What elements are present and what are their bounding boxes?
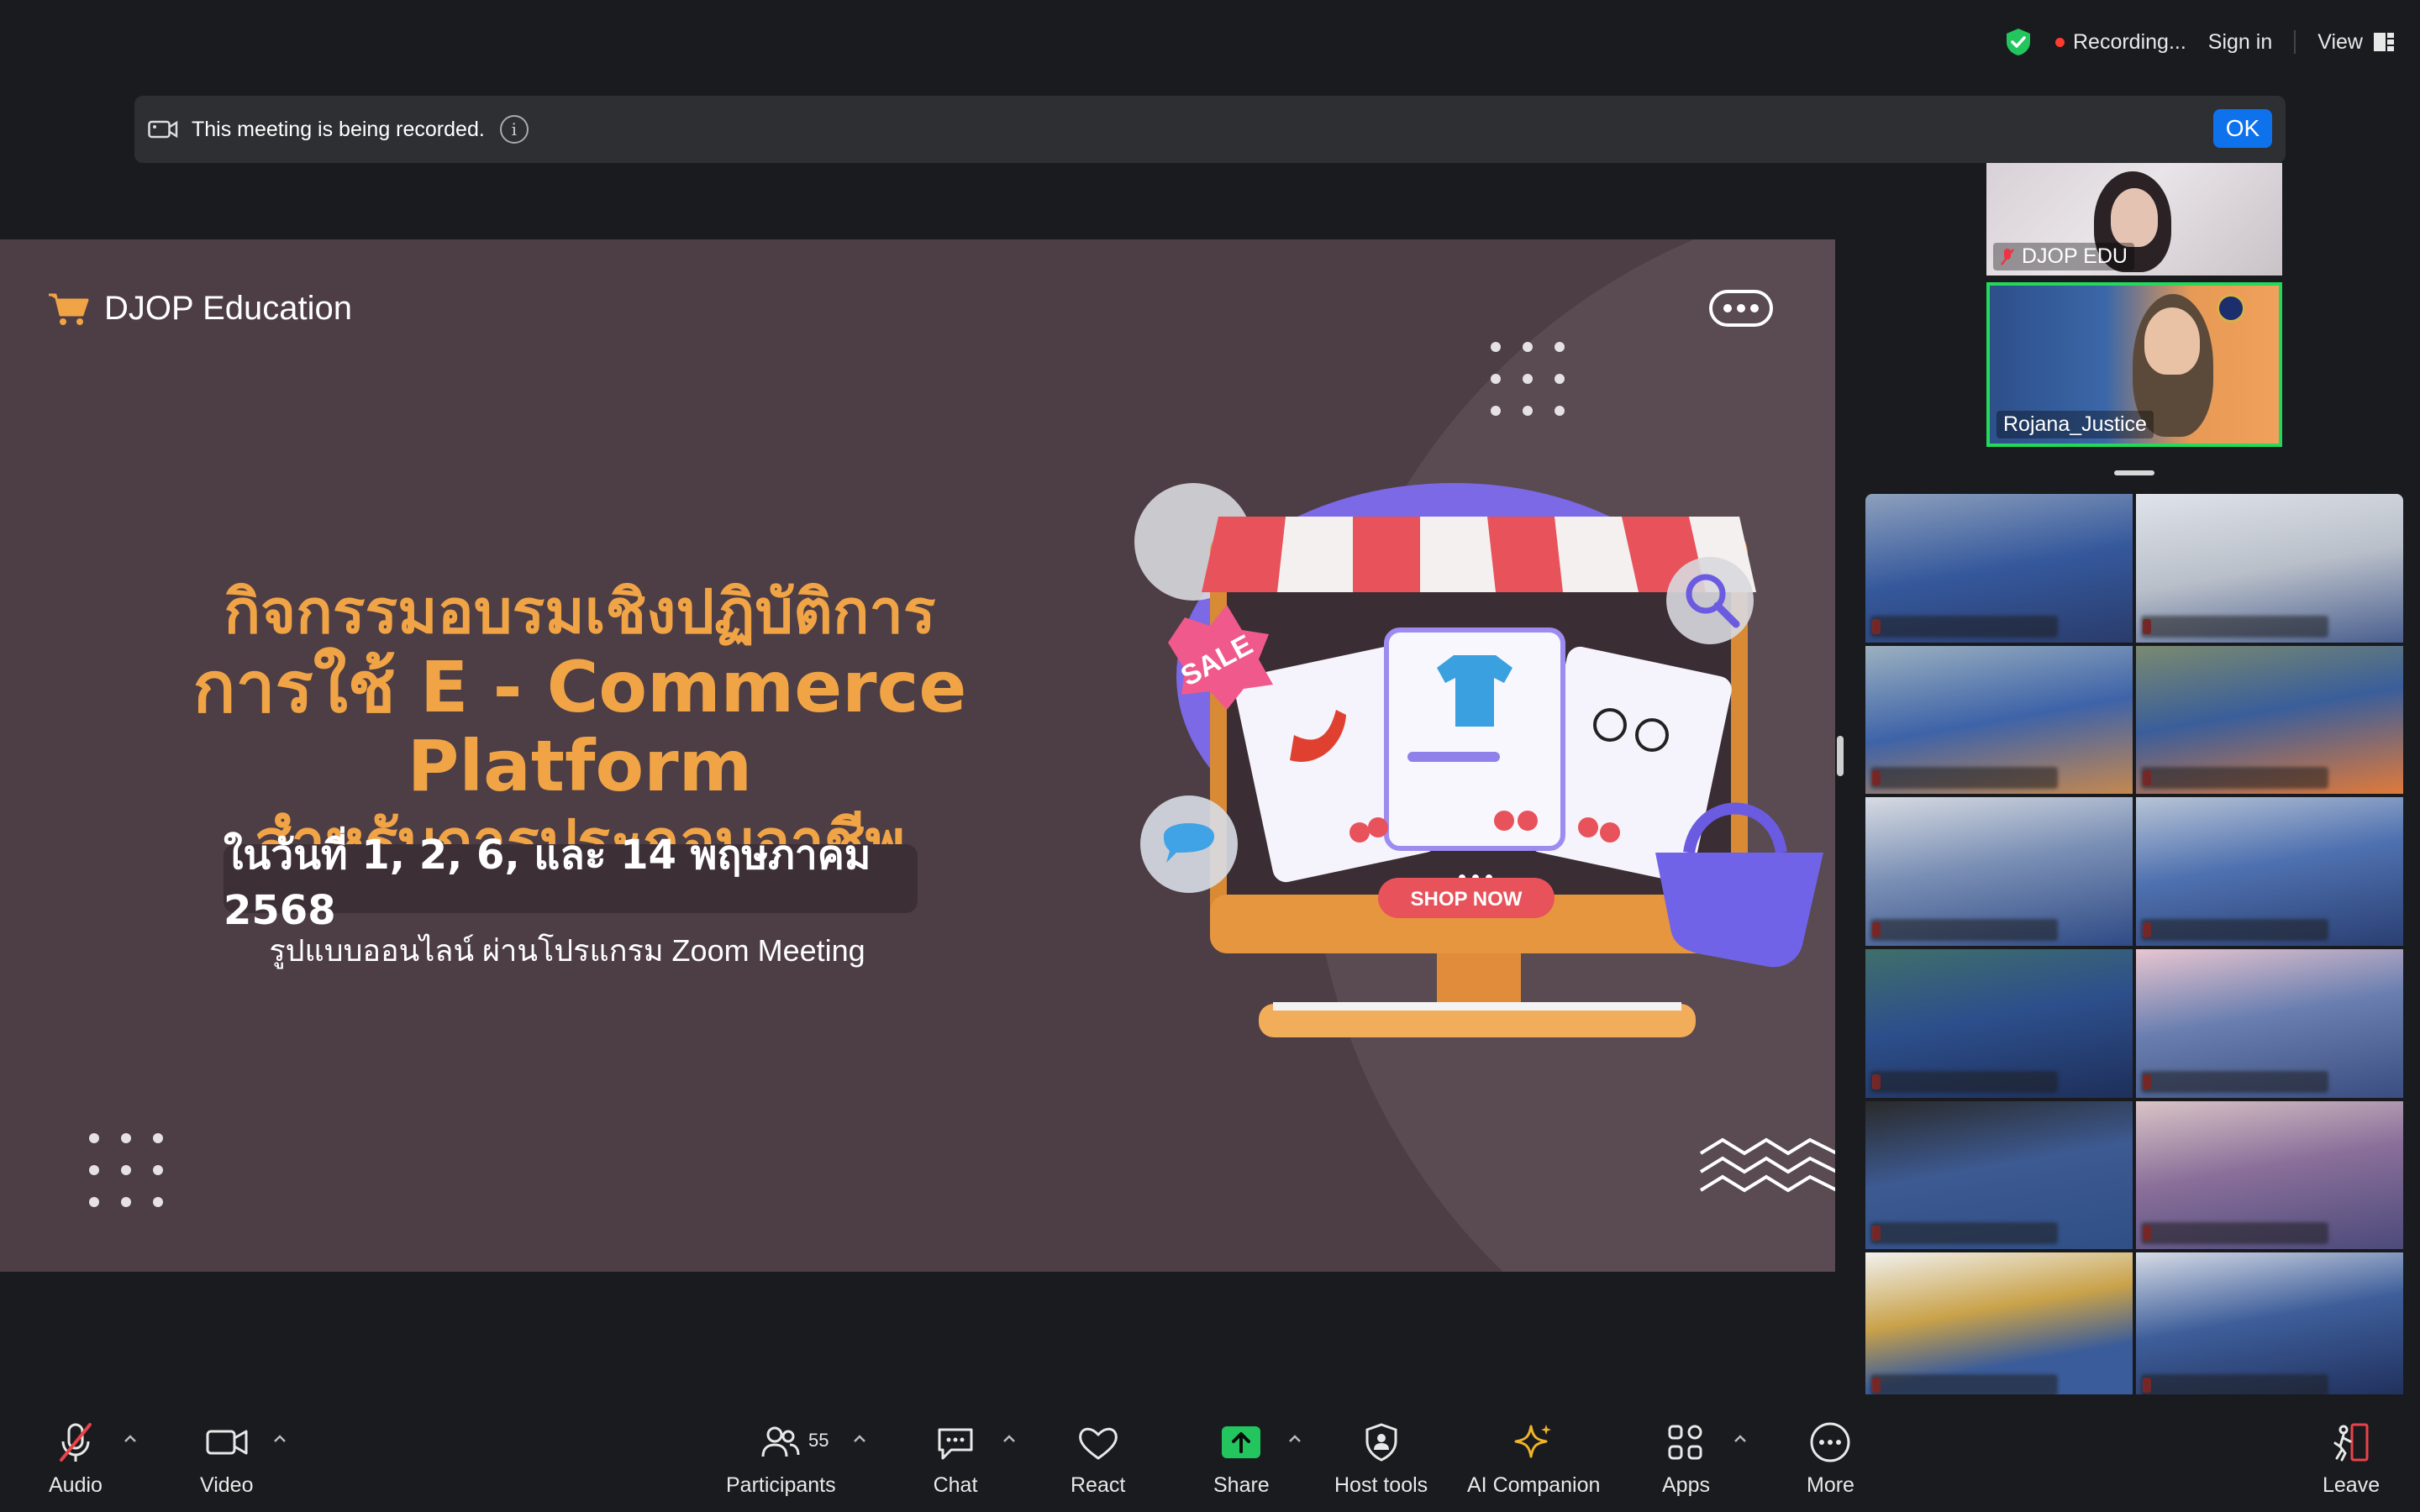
more-button[interactable]: More <box>1807 1420 1854 1498</box>
ecommerce-store-illustration: SHOP NOW SALE <box>1134 483 1823 1037</box>
participant-tile[interactable] <box>2136 1252 2403 1401</box>
video-button[interactable]: Video <box>200 1420 254 1498</box>
participant-tile[interactable] <box>2136 1100 2403 1250</box>
view-layout-icon <box>2374 33 2394 51</box>
view-menu-button[interactable]: View <box>2317 30 2395 55</box>
chat-icon <box>938 1428 973 1460</box>
emblem-icon <box>2217 294 2245 323</box>
ai-companion-label: AI Companion <box>1467 1473 1601 1497</box>
participant-tile[interactable] <box>1865 949 2133 1098</box>
recording-label: Recording... <box>2073 29 2186 54</box>
chevron-up-icon[interactable] <box>1733 1431 1748 1446</box>
leave-button[interactable]: Leave <box>2323 1420 2380 1498</box>
shop-now-label: SHOP NOW <box>1411 888 1523 911</box>
thumbnail-drag-handle[interactable] <box>2114 470 2154 475</box>
camera-icon <box>148 120 178 139</box>
event-date: ในวันที่ 1, 2, 6, และ 14 พฤษภาคม 2568 <box>224 832 918 934</box>
video-camera-icon <box>206 1430 248 1455</box>
participant-tile[interactable] <box>2136 645 2403 795</box>
dot-pattern-decoration <box>1491 342 1565 416</box>
ok-button[interactable]: OK <box>2213 109 2272 148</box>
react-label: React <box>1071 1473 1126 1497</box>
chevron-up-icon[interactable] <box>272 1431 287 1446</box>
leave-door-icon <box>2333 1423 2369 1462</box>
leave-label: Leave <box>2323 1473 2381 1497</box>
more-dots-icon <box>1810 1422 1850 1462</box>
chat-button[interactable]: Chat <box>933 1420 978 1498</box>
recording-notice-banner: This meeting is being recorded. i OK <box>134 96 2286 163</box>
participant-tile[interactable] <box>2136 949 2403 1098</box>
ai-companion-button[interactable]: AI Companion <box>1467 1420 1600 1498</box>
sign-in-link[interactable]: Sign in <box>2208 30 2272 55</box>
recording-dot-icon <box>2055 37 2065 47</box>
participant-tile[interactable] <box>1865 494 2133 643</box>
recording-notice-text: This meeting is being recorded. <box>192 117 485 141</box>
participant-name-tag: DJOP EDU <box>1993 243 2134 270</box>
info-icon[interactable]: i <box>499 115 529 144</box>
heart-icon <box>1078 1427 1118 1460</box>
mic-muted-icon <box>2001 248 2014 265</box>
view-label: View <box>2317 29 2363 54</box>
dot-pattern-decoration <box>89 1133 163 1207</box>
recording-indicator[interactable]: Recording... <box>2055 30 2186 55</box>
meeting-controls-toolbar: Audio Video Participants 55 Chat React S… <box>0 1394 2420 1512</box>
participant-face <box>2144 307 2200 375</box>
share-screen-button[interactable]: Share <box>1213 1420 1270 1498</box>
participants-icon <box>761 1426 800 1457</box>
video-thumbnail-djop-edu[interactable]: DJOP EDU <box>1986 163 2282 276</box>
participant-tile[interactable] <box>1865 645 2133 795</box>
audio-label: Audio <box>49 1473 103 1497</box>
participant-tile[interactable] <box>2136 797 2403 946</box>
participant-name-tag: Rojana_Justice <box>1996 411 2154 438</box>
participant-face <box>2111 188 2158 247</box>
apps-label: Apps <box>1662 1473 1710 1497</box>
ellipsis-badge-icon <box>1709 290 1773 327</box>
react-button[interactable]: React <box>1071 1420 1125 1498</box>
chat-label: Chat <box>933 1473 978 1497</box>
shield-check-icon[interactable] <box>2003 27 2033 57</box>
microphone-muted-icon <box>59 1423 92 1462</box>
title-line-2: การใช้ E - Commerce Platform <box>192 646 967 807</box>
apps-icon <box>1668 1425 1702 1460</box>
host-tools-button[interactable]: Host tools <box>1334 1420 1428 1498</box>
participants-label: Participants <box>726 1473 836 1497</box>
shared-screen-slide: DJOP Education กิจกรรมอบรมเชิงปฏิบัติการ… <box>0 239 1835 1272</box>
video-thumbnail-rojana-justice[interactable]: Rojana_Justice <box>1986 282 2282 447</box>
host-shield-icon <box>1365 1423 1397 1462</box>
brand-name: DJOP Education <box>104 290 352 327</box>
video-label: Video <box>200 1473 254 1497</box>
host-tools-label: Host tools <box>1334 1473 1428 1497</box>
participant-tile[interactable] <box>2136 494 2403 643</box>
apps-button[interactable]: Apps <box>1662 1420 1710 1498</box>
zigzag-decoration <box>1699 1137 1835 1193</box>
chevron-up-icon[interactable] <box>123 1431 138 1446</box>
audio-button[interactable]: Audio <box>49 1420 103 1498</box>
participant-video-grid <box>1865 494 2403 1401</box>
cart-icon <box>49 293 89 325</box>
chevron-up-icon[interactable] <box>852 1431 867 1446</box>
brand-header: DJOP Education <box>47 290 352 328</box>
participant-tile[interactable] <box>1865 1100 2133 1250</box>
sparkle-icon <box>1514 1425 1552 1458</box>
top-right-controls: Recording... Sign in View <box>2003 25 2395 59</box>
panel-resize-handle[interactable] <box>1837 736 1844 776</box>
participants-count-badge: 55 <box>808 1430 829 1451</box>
share-label: Share <box>1213 1473 1270 1497</box>
top-bar: Recording... Sign in View <box>0 0 2420 81</box>
title-line-1: กิจกรรมอบรมเชิงปฏิบัติการ <box>224 576 936 647</box>
chevron-up-icon[interactable] <box>1287 1431 1302 1446</box>
participant-tile[interactable] <box>1865 797 2133 946</box>
share-arrow-icon <box>1222 1426 1261 1458</box>
participant-tile[interactable] <box>1865 1252 2133 1401</box>
more-label: More <box>1807 1473 1854 1497</box>
chevron-up-icon[interactable] <box>1002 1431 1017 1446</box>
divider <box>2294 30 2296 54</box>
event-format: รูปแบบออนไลน์ ผ่านโปรแกรม Zoom Meeting <box>269 933 865 968</box>
